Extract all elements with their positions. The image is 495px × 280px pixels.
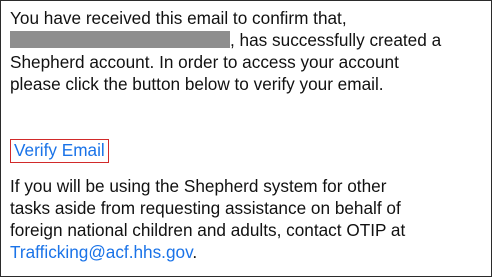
contact-email-link[interactable]: Trafficking@acf.hhs.gov <box>10 242 192 262</box>
note-line-3: foreign national children and adults, co… <box>10 220 406 240</box>
closing-period: . <box>192 242 198 262</box>
intro-line-1: You have received this email to confirm … <box>10 8 347 28</box>
intro-line-2-text: , has successfully created a <box>230 30 442 50</box>
note-line-2: tasks aside from requesting assistance o… <box>10 198 401 218</box>
intro-line-3: Shepherd account. In order to access you… <box>10 52 399 72</box>
email-body: You have received this email to confirm … <box>0 0 492 277</box>
contact-paragraph: If you will be using the Shepherd system… <box>10 175 486 263</box>
note-line-1: If you will be using the Shepherd system… <box>10 176 387 196</box>
note-line-4: Trafficking@acf.hhs.gov. <box>10 241 486 263</box>
redacted-name <box>10 31 230 48</box>
intro-line-2: , has successfully created a <box>10 29 486 51</box>
confirmation-paragraph: You have received this email to confirm … <box>10 7 486 95</box>
intro-line-4: please click the button below to verify … <box>10 74 384 94</box>
verify-email-link[interactable]: Verify Email <box>10 139 109 163</box>
